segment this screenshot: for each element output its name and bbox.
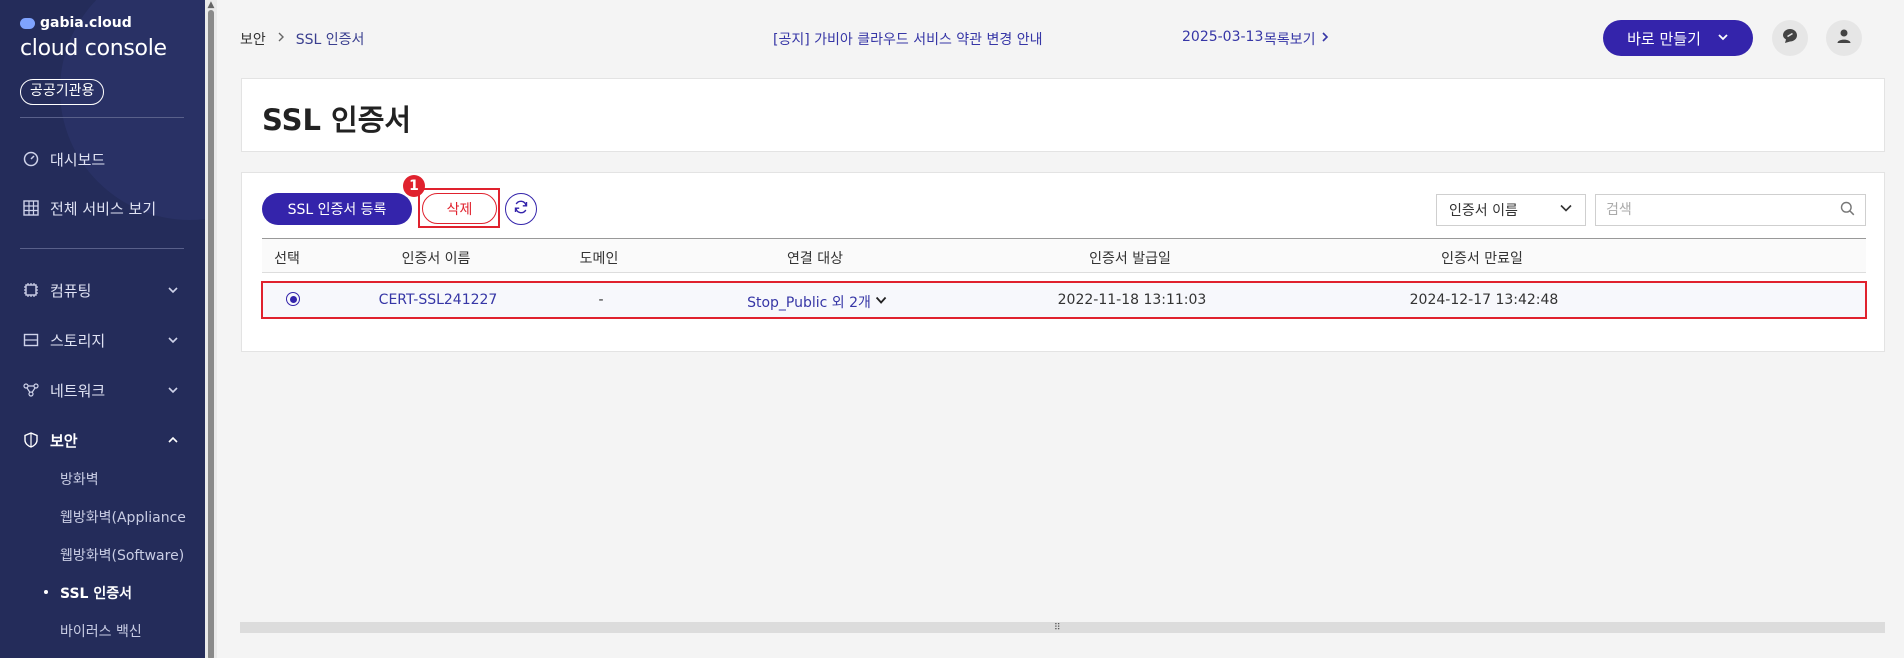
certificate-name-link[interactable]: CERT-SSL241227 — [379, 292, 498, 308]
refresh-icon — [513, 199, 529, 219]
logo-big-word-2: console — [78, 36, 167, 61]
grid-icon — [22, 199, 40, 217]
chevron-down-icon — [167, 382, 179, 400]
chevron-up-icon — [167, 432, 179, 450]
sidebar-scrollbar-thumb[interactable] — [208, 10, 214, 658]
horizontal-scrollbar[interactable] — [240, 622, 1885, 633]
cloud-console-logo[interactable]: cloud console — [20, 36, 167, 61]
logo-text: gabia.cloud — [40, 15, 132, 31]
connection-target-toggle[interactable]: Stop_Public 외 2개 — [747, 292, 887, 312]
search-box — [1595, 194, 1866, 226]
notice-list-label: 목록보기 — [1264, 32, 1316, 48]
connection-target-label: Stop_Public 외 2개 — [747, 295, 871, 311]
public-sector-badge[interactable]: 공공기관용 — [20, 79, 105, 105]
sidebar-item-network[interactable]: 네트워크 — [0, 375, 205, 405]
column-header-select: 선택 — [274, 251, 300, 267]
sidebar-item-storage[interactable]: 스토리지 — [0, 325, 205, 355]
drag-handle-icon[interactable]: ⠿ — [1054, 623, 1061, 633]
search-filter-select[interactable]: 인증서 이름 — [1436, 194, 1586, 226]
column-header-name[interactable]: 인증서 이름 — [402, 248, 471, 268]
breadcrumb-security[interactable]: 보안 — [240, 29, 266, 49]
chevron-right-icon — [1320, 31, 1330, 47]
chevron-down-icon — [167, 282, 179, 300]
domain-cell: - — [598, 292, 604, 308]
dashboard-icon — [22, 150, 40, 168]
sidebar-decoration — [60, 0, 205, 220]
row-select-radio[interactable] — [286, 292, 300, 306]
cpu-icon — [22, 281, 40, 299]
notice-list-link[interactable]: 목록보기 — [1264, 29, 1330, 49]
quick-create-button[interactable]: 바로 만들기 — [1603, 20, 1753, 56]
sidebar-item-label: 보안 — [50, 431, 78, 450]
column-header-target[interactable]: 연결 대상 — [787, 248, 843, 268]
notice-link[interactable]: [공지] 가비아 클라우드 서비스 약관 변경 안내 — [773, 29, 1042, 49]
logo-big-word-1: cloud — [20, 36, 79, 61]
gabia-logo-mark-icon — [20, 17, 35, 29]
sidebar-item-label: 컴퓨팅 — [50, 281, 92, 300]
chevron-right-icon — [276, 31, 286, 47]
user-menu-button[interactable] — [1826, 20, 1862, 56]
scroll-up-arrow-icon[interactable]: ▲ — [206, 0, 216, 10]
user-icon — [1835, 27, 1853, 49]
chat-icon — [1781, 27, 1799, 49]
search-icon[interactable] — [1840, 201, 1855, 220]
notice-date: 2025-03-13 — [1182, 29, 1264, 45]
page-title: SSL 인증서 — [262, 103, 412, 137]
sidebar-sub-waf-software[interactable]: 웹방화벽(Software) — [60, 545, 184, 565]
column-header-expires[interactable]: 인증서 만료일 — [1441, 248, 1523, 268]
issued-date-cell: 2022-11-18 13:11:03 — [1057, 292, 1207, 308]
breadcrumb-ssl-certificate[interactable]: SSL 인증서 — [296, 29, 365, 49]
delete-button[interactable]: 삭제 — [422, 193, 497, 224]
sidebar-item-security[interactable]: 보안 — [0, 425, 205, 455]
sidebar-sub-firewall[interactable]: 방화벽 — [60, 469, 99, 489]
sidebar-sub-ssl-certificate[interactable]: SSL 인증서 — [44, 583, 132, 603]
certificate-list-panel: SSL 인증서 등록 삭제 1 인증서 이름 선택 인증서 이름 도메인 연결 … — [241, 172, 1885, 352]
search-filter-value: 인증서 이름 — [1449, 203, 1518, 219]
page-title-panel: SSL 인증서 — [241, 78, 1885, 152]
sidebar-sub-antivirus[interactable]: 바이러스 백신 — [60, 621, 142, 641]
sidebar-divider — [20, 117, 184, 118]
sidebar-item-label: 스토리지 — [50, 331, 106, 350]
chevron-down-icon — [875, 294, 887, 310]
gabia-logo[interactable]: gabia.cloud — [20, 15, 132, 31]
sidebar-item-label: 대시보드 — [50, 150, 106, 169]
breadcrumb: 보안 SSL 인증서 — [240, 29, 364, 49]
table-header: 선택 인증서 이름 도메인 연결 대상 인증서 발급일 인증서 만료일 — [262, 238, 1866, 273]
table-row[interactable]: CERT-SSL241227 - Stop_Public 외 2개 2022-1… — [261, 281, 1867, 319]
sidebar-divider — [20, 248, 184, 249]
expiry-date-cell: 2024-12-17 13:42:48 — [1409, 292, 1559, 308]
column-header-issued[interactable]: 인증서 발급일 — [1089, 248, 1171, 268]
refresh-button[interactable] — [505, 193, 537, 225]
chevron-down-icon — [167, 332, 179, 350]
search-input[interactable] — [1606, 202, 1840, 218]
sidebar-item-computing[interactable]: 컴퓨팅 — [0, 275, 205, 305]
step-number-badge: 1 — [403, 175, 425, 197]
sidebar-item-label: 전체 서비스 보기 — [50, 199, 157, 218]
chat-support-button[interactable] — [1772, 20, 1808, 56]
chevron-down-icon — [1559, 201, 1573, 219]
network-icon — [22, 381, 40, 399]
sidebar-item-dashboard[interactable]: 대시보드 — [0, 144, 205, 174]
sidebar: gabia.cloud cloud console 공공기관용 대시보드 전체 … — [0, 0, 205, 658]
storage-icon — [22, 331, 40, 349]
sidebar-sub-waf-appliance[interactable]: 웹방화벽(Appliance — [60, 507, 186, 527]
quick-create-label: 바로 만들기 — [1627, 29, 1701, 48]
shield-icon — [22, 431, 40, 449]
sidebar-item-label: 네트워크 — [50, 381, 106, 400]
column-header-domain[interactable]: 도메인 — [580, 248, 619, 268]
register-ssl-button[interactable]: SSL 인증서 등록 — [262, 193, 412, 225]
chevron-down-icon — [1717, 29, 1729, 47]
sidebar-item-all-services[interactable]: 전체 서비스 보기 — [0, 193, 205, 223]
